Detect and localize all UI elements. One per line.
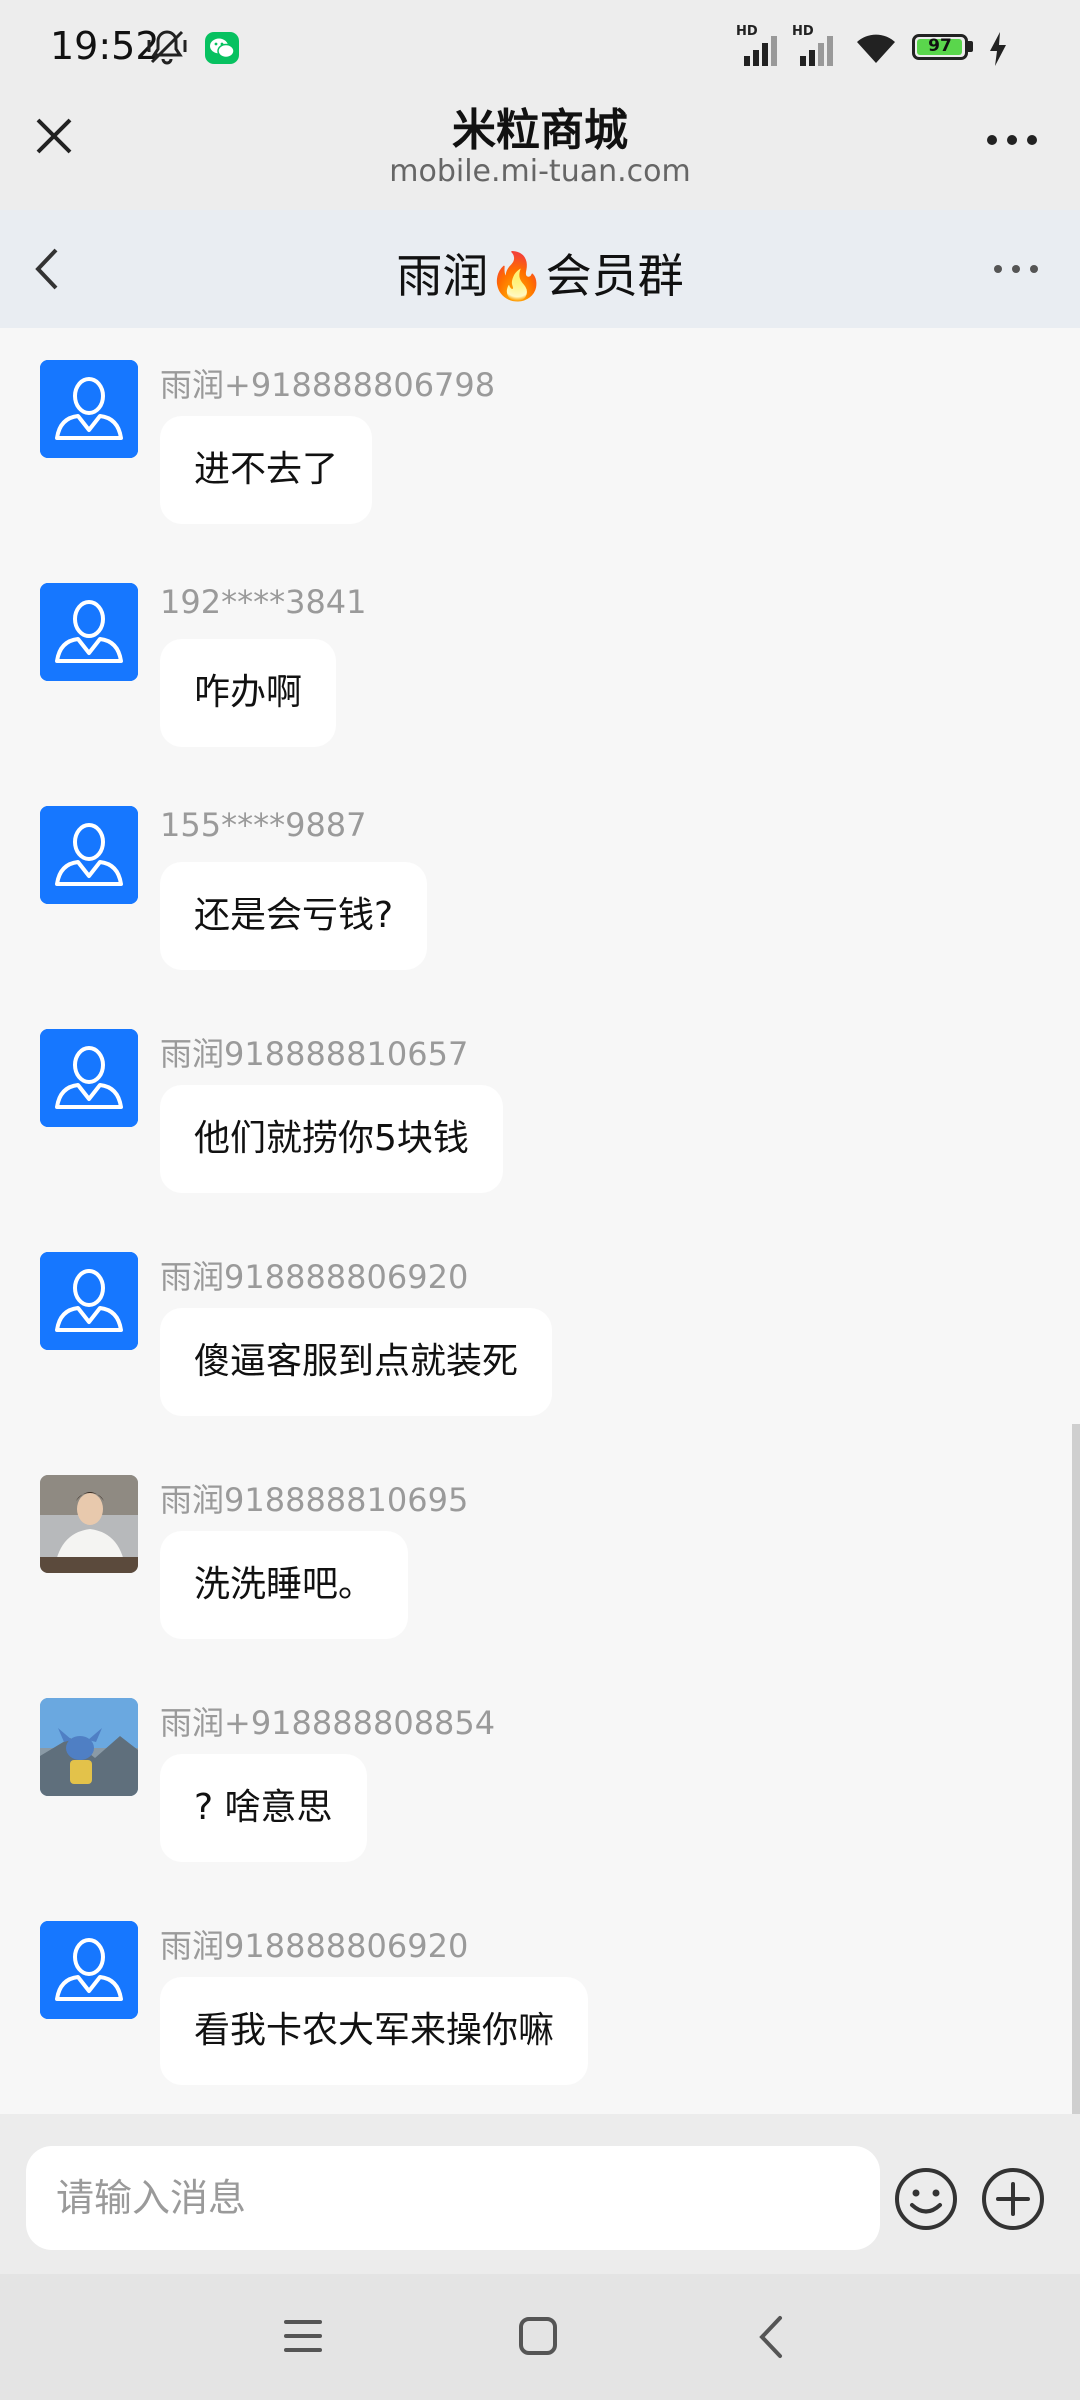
battery-level: 97 xyxy=(928,36,952,56)
back-nav-icon[interactable] xyxy=(752,2312,792,2362)
avatar[interactable] xyxy=(40,1921,138,2019)
sender-name: 雨润918888810657 xyxy=(160,1035,469,1073)
chat-title: 雨润🔥会员群 xyxy=(396,249,684,303)
message-item: 雨润+918888808854 ? 啥意思 xyxy=(0,1666,1000,1866)
site-title: 米粒商城 xyxy=(452,105,628,156)
default-user-icon xyxy=(40,583,138,681)
recent-apps-icon[interactable] xyxy=(282,2316,324,2356)
add-attachment-icon[interactable] xyxy=(980,2166,1046,2232)
browser-header: 米粒商城 mobile.mi-tuan.com xyxy=(0,92,1080,210)
sender-name: 雨润918888806920 xyxy=(160,1258,469,1296)
message-item: 192****3841 咋办啊 xyxy=(0,551,1000,751)
avatar[interactable] xyxy=(40,1475,138,1573)
message-bubble[interactable]: 看我卡农大军来操你嘛 xyxy=(160,1977,589,2085)
emoji-icon[interactable] xyxy=(893,2166,959,2232)
wifi-icon xyxy=(857,34,895,63)
message-bubble[interactable]: 他们就捞你5块钱 xyxy=(160,1085,503,1193)
battery-cap xyxy=(968,41,973,52)
message-item: 雨润918888810657 他们就捞你5块钱 xyxy=(0,997,1000,1197)
message-list[interactable]: 雨润+918888806798 进不去了 192****3841 咋办啊 155… xyxy=(0,328,1080,2114)
sender-name: 155****9887 xyxy=(160,806,367,844)
avatar[interactable] xyxy=(40,1029,138,1127)
battery-icon: 97 xyxy=(912,34,968,60)
message-bubble[interactable]: ? 啥意思 xyxy=(160,1754,367,1862)
composer-bar xyxy=(0,2114,1080,2274)
message-bubble[interactable]: 傻逼客服到点就装死 xyxy=(160,1308,553,1416)
avatar[interactable] xyxy=(40,583,138,681)
avatar[interactable] xyxy=(40,1252,138,1350)
wechat-icon xyxy=(205,32,239,64)
chat-header: 雨润🔥会员群 xyxy=(0,210,1080,328)
system-nav-bar xyxy=(0,2274,1080,2400)
status-icons: HD HD 97 xyxy=(736,24,1026,68)
default-user-icon xyxy=(40,806,138,904)
message-bubble[interactable]: 还是会亏钱? xyxy=(160,862,428,970)
sender-name: 192****3841 xyxy=(160,583,367,621)
sender-name: 雨润918888806920 xyxy=(160,1927,469,1965)
avatar[interactable] xyxy=(40,806,138,904)
signal-icon: HD xyxy=(736,24,782,68)
message-item: 155****9887 还是会亏钱? xyxy=(0,774,1000,974)
more-options-icon[interactable] xyxy=(984,132,1040,148)
sender-name: 雨润918888810695 xyxy=(160,1481,469,1519)
message-bubble[interactable]: 咋办啊 xyxy=(160,639,337,747)
site-url: mobile.mi-tuan.com xyxy=(389,154,691,189)
chat-more-icon[interactable] xyxy=(992,262,1040,276)
default-user-icon xyxy=(40,1921,138,2019)
sender-name: 雨润+918888808854 xyxy=(160,1704,496,1742)
message-item: 雨润918888810695 洗洗睡吧。 xyxy=(0,1443,1000,1643)
signal-icon: HD xyxy=(792,24,838,68)
status-time: 19:52 xyxy=(50,24,160,68)
charging-icon xyxy=(990,32,1006,66)
default-user-icon xyxy=(40,360,138,458)
photo-avatar-stitch-icon xyxy=(40,1698,138,1796)
avatar[interactable] xyxy=(40,360,138,458)
message-item: 雨润+918888806798 进不去了 xyxy=(0,328,1000,528)
scrollbar[interactable] xyxy=(1072,1424,1080,2114)
message-bubble[interactable]: 进不去了 xyxy=(160,416,373,524)
avatar[interactable] xyxy=(40,1698,138,1796)
home-icon[interactable] xyxy=(516,2314,560,2358)
message-item: 雨润918888806920 傻逼客服到点就装死 xyxy=(0,1220,1000,1420)
sender-name: 雨润+918888806798 xyxy=(160,366,496,404)
message-item: 雨润918888806920 看我卡农大军来操你嘛 xyxy=(0,1889,1000,2089)
mute-vibrate-icon xyxy=(147,30,187,65)
default-user-icon xyxy=(40,1029,138,1127)
message-input[interactable] xyxy=(26,2146,880,2250)
status-bar: 19:52 HD HD 97 xyxy=(0,0,1080,92)
photo-avatar-man-icon xyxy=(40,1475,138,1573)
message-bubble[interactable]: 洗洗睡吧。 xyxy=(160,1531,409,1639)
default-user-icon xyxy=(40,1252,138,1350)
